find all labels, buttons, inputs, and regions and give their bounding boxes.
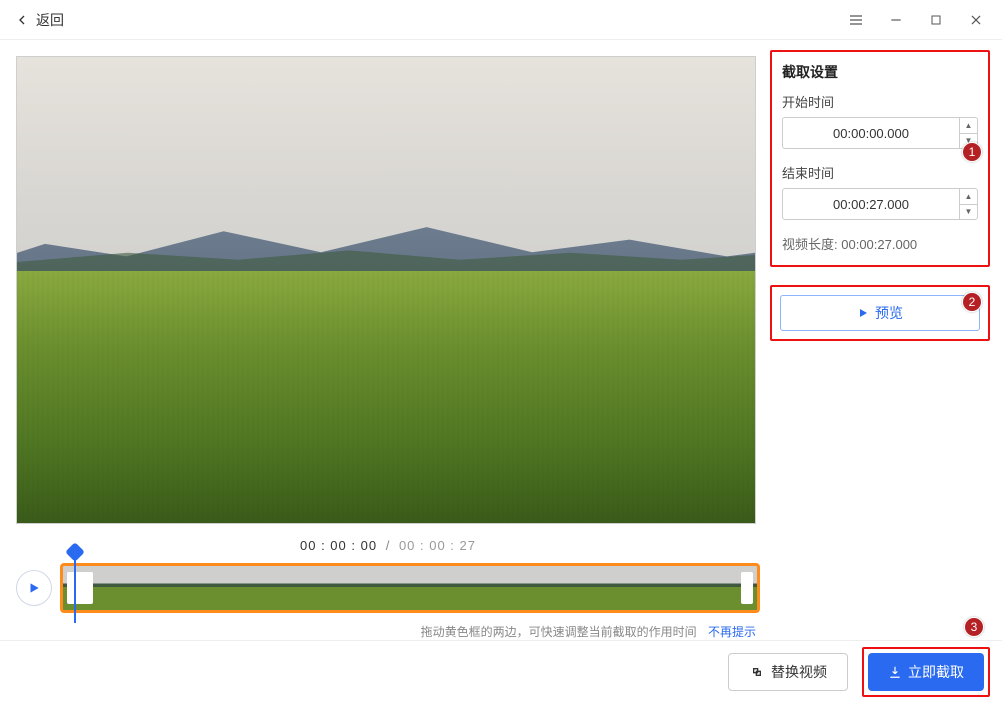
replace-video-label: 替换视频 bbox=[771, 662, 827, 682]
cut-button-highlight: 立即截取 bbox=[862, 647, 990, 697]
preview-button[interactable]: 预览 bbox=[780, 295, 980, 331]
total-duration: 00 : 00 : 27 bbox=[399, 538, 476, 553]
video-length-value: 00:00:27.000 bbox=[841, 237, 917, 252]
end-time-down[interactable]: ▼ bbox=[960, 204, 977, 220]
callout-2: 2 bbox=[962, 292, 982, 312]
video-preview[interactable] bbox=[16, 56, 756, 524]
trim-settings-panel: 截取设置 开始时间 ▲ ▼ 结束时间 ▲ ▼ 视频长度: 00:00:27.00 bbox=[770, 50, 990, 267]
back-label: 返回 bbox=[36, 10, 64, 30]
callout-1: 1 bbox=[962, 142, 982, 162]
play-button[interactable] bbox=[16, 570, 52, 606]
end-time-input[interactable] bbox=[783, 189, 959, 219]
start-time-up[interactable]: ▲ bbox=[960, 118, 977, 133]
preview-button-highlight: 预览 bbox=[770, 285, 990, 341]
callout-3: 3 bbox=[964, 617, 984, 637]
arrow-left-icon bbox=[14, 12, 30, 28]
close-button[interactable] bbox=[956, 0, 996, 40]
hint-text: 拖动黄色框的两边，可快速调整当前截取的作用时间 bbox=[421, 625, 697, 639]
back-button[interactable]: 返回 bbox=[6, 6, 72, 34]
cut-now-button[interactable]: 立即截取 bbox=[868, 653, 984, 691]
menu-icon bbox=[848, 12, 864, 28]
title-bar: 返回 bbox=[0, 0, 1002, 40]
menu-button[interactable] bbox=[836, 0, 876, 40]
panel-title: 截取设置 bbox=[782, 62, 978, 82]
time-readout: 00 : 00 : 00 / 00 : 00 : 27 bbox=[16, 538, 760, 553]
start-time-label: 开始时间 bbox=[782, 92, 978, 111]
current-time: 00 : 00 : 00 bbox=[300, 538, 377, 553]
start-time-spinner: ▲ ▼ bbox=[782, 117, 978, 149]
swap-icon bbox=[749, 664, 765, 680]
playhead[interactable] bbox=[68, 545, 82, 623]
minimize-button[interactable] bbox=[876, 0, 916, 40]
play-icon bbox=[857, 307, 869, 319]
end-time-up[interactable]: ▲ bbox=[960, 189, 977, 204]
replace-video-button[interactable]: 替换视频 bbox=[728, 653, 848, 691]
hint-dismiss-link[interactable]: 不再提示 bbox=[708, 625, 756, 639]
minimize-icon bbox=[889, 13, 903, 27]
hint-row: 拖动黄色框的两边，可快速调整当前截取的作用时间 不再提示 bbox=[16, 623, 760, 640]
download-icon bbox=[888, 665, 902, 679]
play-icon bbox=[27, 581, 41, 595]
timeline-trim[interactable] bbox=[60, 563, 760, 613]
close-icon bbox=[969, 13, 983, 27]
footer: 替换视频 3 立即截取 bbox=[0, 640, 1002, 702]
video-length-label: 视频长度: bbox=[782, 237, 838, 252]
maximize-button[interactable] bbox=[916, 0, 956, 40]
maximize-icon bbox=[930, 14, 942, 26]
trim-handle-right[interactable] bbox=[741, 572, 753, 604]
video-length-row: 视频长度: 00:00:27.000 bbox=[782, 234, 978, 253]
end-time-label: 结束时间 bbox=[782, 163, 978, 182]
start-time-input[interactable] bbox=[783, 118, 959, 148]
cut-now-label: 立即截取 bbox=[908, 662, 964, 682]
end-time-spinner: ▲ ▼ bbox=[782, 188, 978, 220]
preview-button-label: 预览 bbox=[875, 303, 903, 323]
